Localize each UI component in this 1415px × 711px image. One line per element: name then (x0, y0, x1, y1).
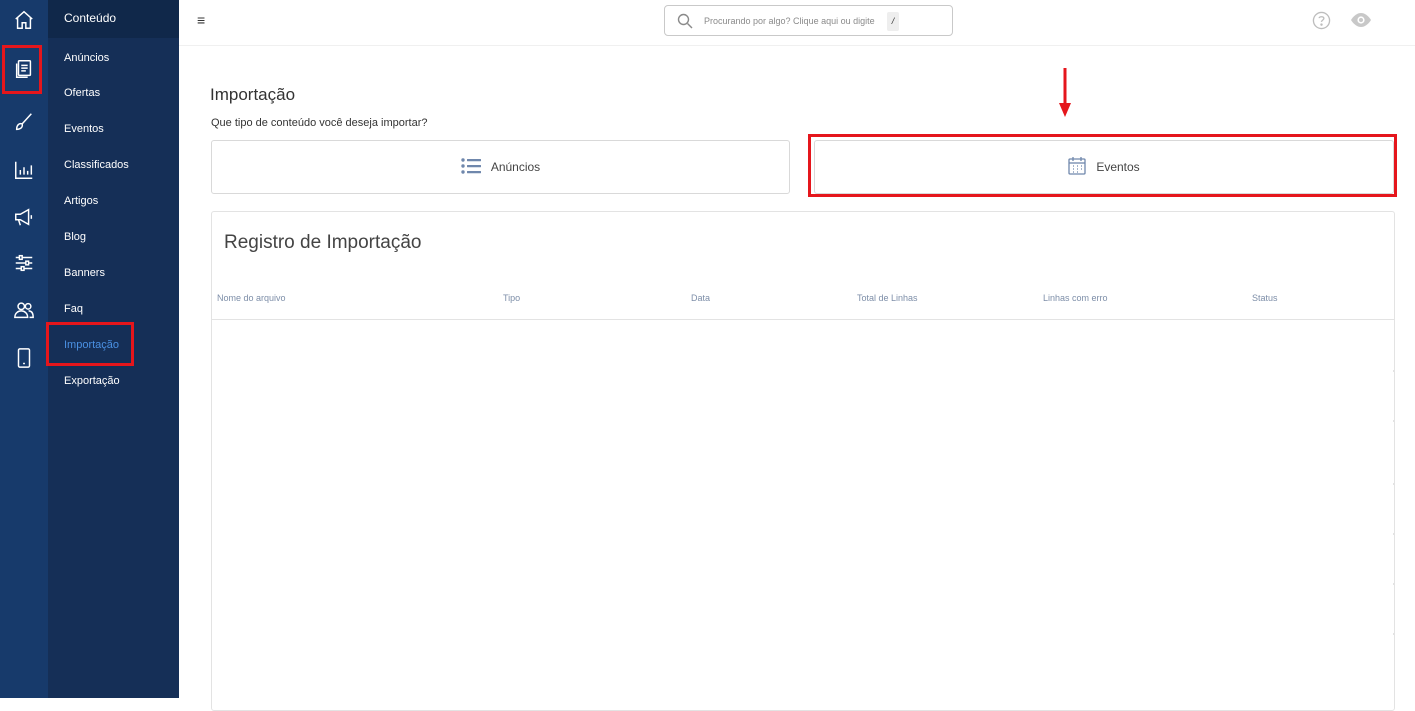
sidebar-item-classificados[interactable]: Classificados (64, 159, 129, 171)
sidebar-item-faq[interactable]: Faq (64, 303, 83, 315)
row-divider (1393, 420, 1394, 422)
list-icon (461, 157, 481, 177)
brush-icon[interactable] (0, 102, 48, 142)
search-box[interactable]: Procurando por algo? Clique aqui ou digi… (664, 5, 953, 36)
sidebar-item-ofertas[interactable]: Ofertas (64, 87, 100, 99)
importacao-highlight (46, 322, 134, 366)
table-header: Nome do arquivo Tipo Data Total de Linha… (212, 284, 1394, 320)
sidebar-header: Conteúdo (48, 0, 179, 38)
sidebar-item-artigos[interactable]: Artigos (64, 195, 98, 207)
icon-rail (0, 0, 48, 698)
sliders-icon[interactable] (0, 243, 48, 283)
arrow-down-icon (1058, 68, 1072, 123)
menu-icon[interactable]: ≡ (197, 12, 205, 28)
row-divider (1393, 533, 1394, 535)
column-header[interactable]: Status (1252, 293, 1278, 303)
search-shortcut-key: / (887, 12, 899, 31)
import-registry: Registro de Importação Nome do arquivo T… (211, 211, 1395, 711)
row-divider (1393, 583, 1394, 585)
sidebar-item-banners[interactable]: Banners (64, 267, 105, 279)
sidebar-item-eventos[interactable]: Eventos (64, 123, 104, 135)
chart-icon[interactable] (0, 150, 48, 190)
search-icon (677, 13, 693, 34)
eventos-highlight (808, 134, 1397, 197)
column-header[interactable]: Data (691, 293, 710, 303)
column-header[interactable]: Linhas com erro (1043, 293, 1108, 303)
row-divider (1393, 483, 1394, 485)
users-icon[interactable] (0, 290, 48, 330)
eye-icon[interactable] (1350, 12, 1372, 33)
row-divider (1393, 370, 1394, 372)
content-icon-highlight (2, 45, 42, 94)
megaphone-icon[interactable] (0, 197, 48, 237)
page-title: Importação (210, 85, 296, 104)
mobile-icon[interactable] (0, 338, 48, 378)
help-icon[interactable] (1312, 11, 1331, 35)
search-input[interactable]: Procurando por algo? Clique aqui ou digi… (704, 16, 875, 26)
sidebar-item-blog[interactable]: Blog (64, 231, 86, 243)
column-header[interactable]: Nome do arquivo (217, 293, 286, 303)
sidebar-item-exportacao[interactable]: Exportação (64, 375, 120, 387)
import-anuncios-label: Anúncios (490, 160, 541, 174)
import-question: Que tipo de conteúdo você deseja importa… (211, 117, 428, 129)
registry-title: Registro de Importação (224, 232, 422, 253)
home-icon[interactable] (0, 0, 48, 40)
column-header[interactable]: Tipo (503, 293, 520, 303)
row-divider (1393, 633, 1394, 635)
sidebar-item-anuncios[interactable]: Anúncios (64, 52, 109, 64)
import-anuncios-button[interactable]: Anúncios (211, 140, 790, 194)
column-header[interactable]: Total de Linhas (857, 293, 918, 303)
